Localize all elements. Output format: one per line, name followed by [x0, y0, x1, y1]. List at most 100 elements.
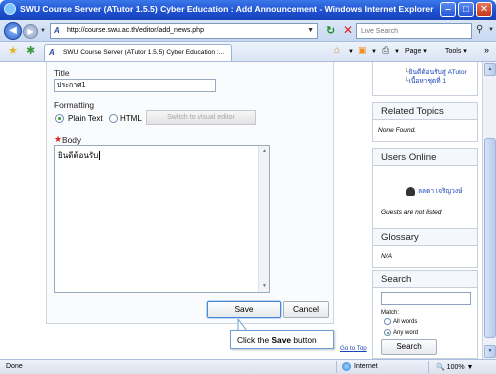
favorites-star-icon[interactable]: ★: [8, 44, 18, 57]
atutor-tab-icon: A: [49, 48, 55, 57]
add-favorites-icon[interactable]: ✱: [26, 44, 35, 57]
zoom-value[interactable]: 100%: [447, 364, 465, 371]
all-words-label[interactable]: All words: [393, 319, 417, 325]
formatting-label: Formatting: [54, 100, 95, 110]
page-scroll-up-icon[interactable]: ▲: [484, 63, 496, 76]
print-icon[interactable]: ⎙: [382, 45, 389, 56]
page-scroll-thumb[interactable]: [484, 138, 496, 338]
glossary-body: N/A: [381, 253, 392, 260]
any-word-radio[interactable]: [384, 329, 391, 336]
address-field[interactable]: A http://course.swu.ac.th/editor/add_new…: [50, 23, 318, 39]
search-icon[interactable]: ⚲: [476, 24, 483, 35]
live-search-box[interactable]: [356, 23, 472, 39]
status-divider: [336, 361, 337, 373]
save-button[interactable]: Save: [207, 301, 281, 318]
any-word-option[interactable]: Any word: [384, 329, 418, 336]
all-words-option[interactable]: All words: [384, 318, 417, 325]
page-scrollbar[interactable]: ▲ ▼: [482, 62, 496, 359]
back-button[interactable]: ◀: [4, 22, 22, 40]
address-dropdown-icon[interactable]: ▼: [307, 27, 314, 34]
print-dropdown-icon[interactable]: ▼: [394, 49, 400, 55]
plain-text-label[interactable]: Plain Text: [68, 114, 103, 123]
users-online-box: Users Online ลลดา เจริญวงษ์ Guests are n…: [372, 148, 478, 229]
sidebar-link-content-1[interactable]: เนื้อหาชุดที่ 1: [404, 77, 467, 86]
close-button[interactable]: ✕: [476, 2, 492, 17]
body-textarea[interactable]: ยินดีต้อนรับ ▲ ▼: [54, 145, 270, 293]
page-menu[interactable]: Page ▾: [405, 47, 427, 55]
page-content: Title ประกาศ1 Formatting Plain Text HTML…: [0, 62, 482, 359]
sidebar-search-button[interactable]: Search: [381, 339, 437, 355]
maximize-button[interactable]: □: [458, 2, 474, 17]
users-online-heading[interactable]: Users Online: [373, 149, 477, 166]
more-commands-icon[interactable]: »: [484, 45, 489, 55]
body-scrollbar[interactable]: ▲ ▼: [258, 146, 269, 292]
title-input[interactable]: ประกาศ1: [54, 79, 216, 92]
sidebar-link-welcome[interactable]: ยินดีต้อนรับสู่ ATutor: [404, 68, 467, 77]
address-url[interactable]: http://course.swu.ac.th/editor/add_news.…: [67, 27, 204, 34]
save-hint-callout: Click the Save button: [230, 330, 334, 349]
online-user-name[interactable]: ลลดา เจริญวงษ์: [418, 188, 462, 195]
status-divider: [428, 361, 429, 373]
callout-text: Click the Save button: [237, 335, 317, 345]
html-radio[interactable]: [109, 114, 118, 123]
page-scroll-down-icon[interactable]: ▼: [484, 345, 496, 358]
zoom-icon: 🔍: [436, 364, 445, 371]
switch-to-visual-editor-button[interactable]: Switch to visual editor: [146, 110, 256, 125]
search-box: Search Match: All words Any word Search: [372, 270, 478, 359]
tab-current-page[interactable]: A SWU Course Server (ATutor 1.5.5) Cyber…: [44, 44, 232, 61]
body-text[interactable]: ยินดีต้อนรับ: [58, 149, 101, 162]
text-caret: [99, 151, 101, 161]
stop-icon[interactable]: ✕: [343, 23, 353, 37]
match-label: Match:: [381, 310, 400, 316]
callout-suffix: button: [293, 335, 317, 345]
home-dropdown-icon[interactable]: ▼: [348, 49, 354, 55]
tab-label: SWU Course Server (ATutor 1.5.5) Cyber E…: [63, 49, 225, 56]
atutor-site-icon: A: [54, 26, 60, 35]
tools-menu[interactable]: Tools ▾: [445, 47, 467, 55]
home-icon[interactable]: ⌂: [334, 45, 340, 56]
window-title-bar: SWU Course Server (ATutor 1.5.5) Cyber E…: [0, 0, 496, 20]
recent-pages-dropdown-icon[interactable]: ▼: [40, 28, 46, 34]
body-label: Body: [62, 135, 82, 145]
search-heading[interactable]: Search: [373, 271, 477, 288]
window-title: SWU Course Server (ATutor 1.5.5) Cyber E…: [20, 4, 434, 14]
any-word-label[interactable]: Any word: [393, 330, 418, 336]
internet-explorer-icon: [4, 3, 16, 15]
forward-button[interactable]: ▶: [23, 24, 38, 39]
scroll-down-icon[interactable]: ▼: [260, 282, 269, 291]
feeds-icon[interactable]: ▣: [358, 45, 367, 56]
status-bar: Done Internet 🔍 100% ▼: [0, 359, 496, 374]
sidebar-content-nav: ยินดีต้อนรับสู่ ATutor เนื้อหาชุดที่ 1: [404, 68, 467, 86]
related-topics-heading[interactable]: Related Topics: [373, 103, 477, 120]
html-label[interactable]: HTML: [120, 114, 142, 123]
feeds-dropdown-icon[interactable]: ▼: [371, 49, 377, 55]
refresh-icon[interactable]: ↻: [326, 24, 335, 37]
guests-note: Guests are not listed: [381, 209, 442, 216]
cancel-button[interactable]: Cancel: [283, 301, 329, 318]
go-to-top-link[interactable]: Go to Top: [340, 345, 367, 352]
all-words-radio[interactable]: [384, 318, 391, 325]
security-zone-label: Internet: [354, 363, 378, 370]
glossary-box: Glossary N/A: [372, 228, 478, 268]
scroll-up-icon[interactable]: ▲: [260, 147, 269, 156]
internet-zone-icon: [342, 362, 351, 371]
user-icon: [406, 186, 415, 196]
search-options-dropdown-icon[interactable]: ▼: [488, 27, 494, 33]
zoom-level[interactable]: 🔍 100% ▼: [436, 363, 473, 371]
callout-bold: Save: [271, 335, 292, 345]
plain-text-radio[interactable]: [55, 114, 64, 123]
required-star-icon: ★: [54, 134, 63, 144]
sidebar-search-input[interactable]: [381, 292, 471, 305]
callout-prefix: Click the: [237, 335, 270, 345]
glossary-heading[interactable]: Glossary: [373, 229, 477, 246]
address-toolbar: ◀ ▶ ▼ A http://course.swu.ac.th/editor/a…: [0, 20, 496, 42]
body-text-value: ยินดีต้อนรับ: [58, 151, 99, 160]
title-label: Title: [54, 68, 70, 78]
related-topics-body: None Found.: [378, 127, 417, 134]
online-user[interactable]: ลลดา เจริญวงษ์: [406, 185, 462, 196]
status-text: Done: [6, 363, 23, 370]
command-bar: ★ ✱ A SWU Course Server (ATutor 1.5.5) C…: [0, 42, 496, 62]
minimize-button[interactable]: –: [440, 2, 456, 17]
live-search-input[interactable]: [357, 24, 471, 38]
related-topics-box: Related Topics None Found.: [372, 102, 478, 142]
